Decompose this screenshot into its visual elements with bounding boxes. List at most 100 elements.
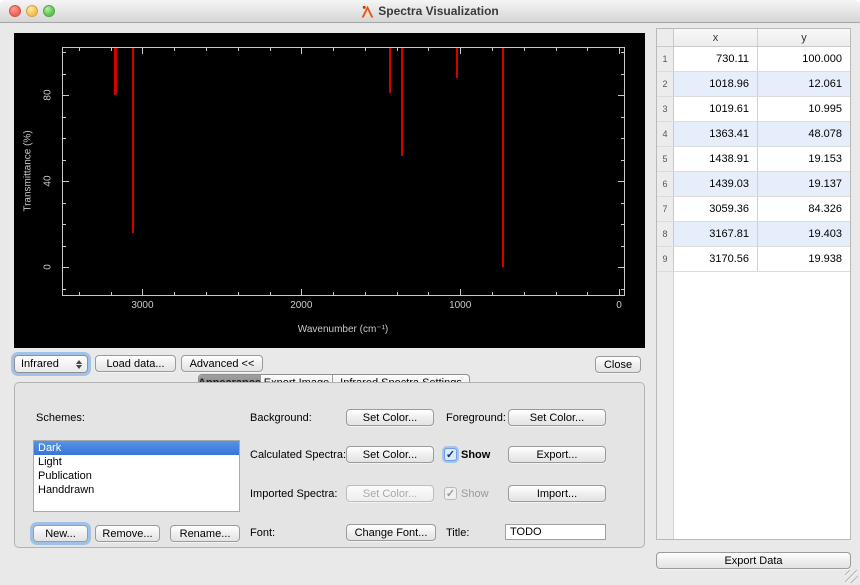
foreground-label: Foreground: [446, 412, 506, 424]
table-header[interactable]: x y [657, 29, 850, 47]
title-label: Title: [446, 527, 470, 539]
table-row[interactable]: 3 1019.61 10.995 [657, 97, 850, 122]
table-row[interactable]: 6 1439.03 19.137 [657, 172, 850, 197]
cell-x[interactable]: 3059.36 [674, 197, 757, 221]
cell-y[interactable]: 100.000 [757, 47, 850, 71]
row-number[interactable]: 5 [657, 147, 674, 171]
spectrum-plot[interactable]: Transmittance (%) Wavenumber (cm⁻¹) 3000… [14, 33, 645, 348]
x-tick [110, 292, 112, 295]
x-tick [110, 48, 112, 51]
table-row[interactable]: 4 1363.41 48.078 [657, 122, 850, 147]
table-row[interactable]: 8 3167.81 19.403 [657, 222, 850, 247]
zoom-window-button[interactable] [43, 5, 55, 17]
x-tick [78, 292, 80, 295]
imported-set-color-button: Set Color... [346, 485, 434, 502]
row-number[interactable]: 3 [657, 97, 674, 121]
table-empty-area [657, 272, 850, 539]
titlebar[interactable]: Spectra Visualization [0, 0, 860, 23]
calculated-set-color-button[interactable]: Set Color... [346, 446, 434, 463]
minimize-window-button[interactable] [26, 5, 38, 17]
column-header-x[interactable]: x [674, 29, 757, 46]
cell-y[interactable]: 19.153 [757, 147, 850, 171]
row-number[interactable]: 6 [657, 172, 674, 196]
peak-data-table[interactable]: x y 1 730.11 100.000 2 1018.96 12.061 3 1019.61… [656, 28, 851, 540]
y-tick [621, 202, 624, 204]
row-number[interactable]: 9 [657, 247, 674, 271]
scheme-item-dark[interactable]: Dark [34, 441, 239, 455]
cell-y[interactable]: 19.403 [757, 222, 850, 246]
x-tick-label: 1000 [449, 300, 472, 311]
row-number[interactable]: 8 [657, 222, 674, 246]
title-input[interactable] [505, 524, 606, 540]
y-tick [621, 138, 624, 140]
cell-x[interactable]: 1018.96 [674, 72, 757, 96]
cell-y[interactable]: 10.995 [757, 97, 850, 121]
y-tick [63, 95, 69, 97]
cell-x[interactable]: 730.11 [674, 47, 757, 71]
x-tick [269, 48, 271, 51]
cell-y[interactable]: 84.326 [757, 197, 850, 221]
cell-x[interactable]: 1363.41 [674, 122, 757, 146]
spectrum-peak [502, 48, 505, 268]
rename-scheme-button[interactable]: Rename... [170, 525, 240, 542]
cell-x[interactable]: 1438.91 [674, 147, 757, 171]
cell-y[interactable]: 19.938 [757, 247, 850, 271]
spectra-type-value: Infrared [21, 358, 59, 370]
cell-x[interactable]: 1019.61 [674, 97, 757, 121]
x-tick [619, 289, 621, 295]
x-tick [460, 289, 462, 295]
x-tick-label: 2000 [290, 300, 313, 311]
y-tick [621, 245, 624, 247]
x-tick-label: 3000 [131, 300, 154, 311]
x-tick [174, 48, 176, 51]
x-tick [491, 292, 493, 295]
x-tick [396, 48, 398, 51]
spectra-type-popup[interactable]: Infrared [14, 355, 88, 373]
table-body: 1 730.11 100.000 2 1018.96 12.061 3 1019.61 10.9… [657, 47, 850, 272]
spectrum-peak [389, 48, 392, 94]
table-row[interactable]: 5 1438.91 19.153 [657, 147, 850, 172]
row-number[interactable]: 2 [657, 72, 674, 96]
change-font-button[interactable]: Change Font... [346, 524, 436, 541]
remove-scheme-button[interactable]: Remove... [95, 525, 160, 542]
cell-y[interactable]: 12.061 [757, 72, 850, 96]
row-number[interactable]: 4 [657, 122, 674, 146]
x-tick [333, 292, 335, 295]
foreground-set-color-button[interactable]: Set Color... [508, 409, 606, 426]
export-data-button[interactable]: Export Data [656, 552, 851, 569]
import-spectra-button[interactable]: Import... [508, 485, 606, 502]
close-button[interactable]: Close [595, 356, 641, 373]
export-spectra-button[interactable]: Export... [508, 446, 606, 463]
x-tick [460, 48, 462, 54]
row-number[interactable]: 1 [657, 47, 674, 71]
new-scheme-button[interactable]: New... [33, 525, 88, 542]
calculated-show-checkbox[interactable]: ✓ [444, 448, 457, 461]
cell-x[interactable]: 1439.03 [674, 172, 757, 196]
y-tick [63, 267, 69, 269]
close-window-button[interactable] [9, 5, 21, 17]
scheme-item-publication[interactable]: Publication [34, 469, 239, 483]
table-row[interactable]: 2 1018.96 12.061 [657, 72, 850, 97]
cell-y[interactable]: 48.078 [757, 122, 850, 146]
y-tick [63, 116, 66, 118]
resize-grip-icon[interactable] [845, 570, 858, 583]
advanced-button[interactable]: Advanced << [181, 355, 263, 372]
scheme-item-light[interactable]: Light [34, 455, 239, 469]
y-tick [63, 52, 66, 54]
x-tick [428, 292, 430, 295]
background-set-color-button[interactable]: Set Color... [346, 409, 434, 426]
table-row[interactable]: 7 3059.36 84.326 [657, 197, 850, 222]
load-data-button[interactable]: Load data... [95, 355, 176, 372]
cell-x[interactable]: 3170.56 [674, 247, 757, 271]
table-row[interactable]: 9 3170.56 19.938 [657, 247, 850, 272]
column-header-y[interactable]: y [757, 29, 850, 46]
cell-y[interactable]: 19.137 [757, 172, 850, 196]
background-label: Background: [250, 412, 312, 424]
scheme-item-handdrawn[interactable]: Handdrawn [34, 483, 239, 497]
row-number[interactable]: 7 [657, 197, 674, 221]
table-row[interactable]: 1 730.11 100.000 [657, 47, 850, 72]
schemes-list[interactable]: Dark Light Publication Handdrawn [33, 440, 240, 512]
x-tick [269, 292, 271, 295]
cell-x[interactable]: 3167.81 [674, 222, 757, 246]
x-tick [78, 48, 80, 51]
